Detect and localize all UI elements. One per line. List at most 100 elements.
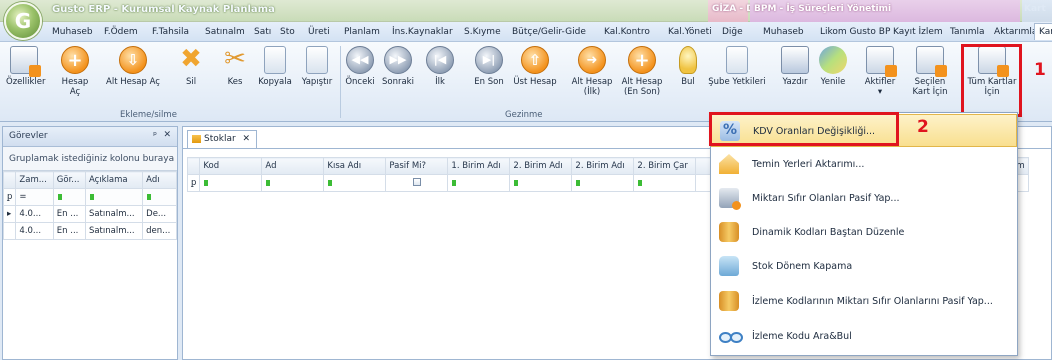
sil-button[interactable]: Sil xyxy=(174,44,208,87)
menu-ins-kaynaklar[interactable]: İns.Kaynaklar xyxy=(392,27,453,37)
filter-cell[interactable] xyxy=(633,174,697,192)
onceki-button[interactable]: Önceki xyxy=(344,46,376,87)
menu-muhasebe-2[interactable]: Muhaseb xyxy=(763,27,804,37)
column-header[interactable]: Pasif Mi? xyxy=(385,157,449,175)
tasks-panel-title: Görevler xyxy=(9,131,48,141)
menu-item-temin-yerleri[interactable]: Temin Yerleri Aktarımı... xyxy=(711,148,1017,181)
alt-hesap-son-button[interactable]: Alt Hesap (En Son) xyxy=(620,46,664,97)
sonraki-button[interactable]: Sonraki xyxy=(380,46,416,87)
column-header[interactable]: Gör... xyxy=(52,171,86,189)
table-row[interactable]: ▸ 4.0... En ... Satınalm... De... xyxy=(2,205,177,223)
table-cell[interactable]: den... xyxy=(142,222,177,240)
ust-hesap-button[interactable]: Üst Hesap xyxy=(512,46,558,87)
aktifler-button[interactable]: Aktifler ▾ xyxy=(862,46,898,97)
menu-kal-kontrol[interactable]: Kal.Kontro xyxy=(604,27,650,37)
table-row[interactable]: 4.0... En ... Satınalm... den... xyxy=(2,222,177,240)
table-cell[interactable]: En ... xyxy=(52,205,86,223)
column-header[interactable]: Zam... xyxy=(15,171,54,189)
filter-cell[interactable] xyxy=(261,174,325,192)
tab-stoklar[interactable]: Stoklar ✕ xyxy=(187,130,257,148)
menu-bar: Muhaseb F.Ödem F.Tahsila Satınalm Satı S… xyxy=(0,22,1052,42)
context-tab-bpm-label: BPM - İş Süreçleri Yönetimi xyxy=(754,4,892,14)
alt-hesap-ac-button[interactable]: Alt Hesap Aç xyxy=(104,46,162,87)
ilk-button[interactable]: İlk xyxy=(426,46,454,87)
menu-stok[interactable]: Sto xyxy=(280,27,295,37)
filter-cell[interactable]: = xyxy=(15,188,54,206)
filter-icon: ꝑ xyxy=(186,174,201,192)
column-header[interactable]: Kod xyxy=(199,157,263,175)
menu-item-dinamik-kodlar[interactable]: Dinamik Kodları Baştan Düzenle xyxy=(711,216,1017,249)
group-by-area[interactable]: Gruplamak istediğiniz kolonu buraya t xyxy=(3,147,177,171)
filter-cell[interactable] xyxy=(571,174,635,192)
close-icon[interactable]: ✕ xyxy=(242,134,250,144)
kes-button[interactable]: Kes xyxy=(220,44,250,87)
column-header[interactable]: 1. Birim Adı xyxy=(447,157,511,175)
menu-planlama[interactable]: Planlam xyxy=(344,27,380,37)
filter-cell[interactable] xyxy=(323,174,387,192)
menu-kart-islemleri[interactable]: Kart İ xyxy=(1034,23,1052,40)
context-tab-bpm[interactable]: BPM - İş Süreçleri Yönetimi xyxy=(750,0,1020,22)
menu-satinalma[interactable]: Satınalm xyxy=(205,27,245,37)
menu-item-izleme-kodu-ara-bul[interactable]: İzleme Kodu Ara&Bul xyxy=(711,320,1017,353)
context-tab-giza[interactable]: GİZA - Di xyxy=(708,0,757,22)
ozellikler-button[interactable]: Özellikler xyxy=(6,46,45,87)
table-cell[interactable]: De... xyxy=(142,205,177,223)
filter-cell[interactable] xyxy=(84,188,144,206)
menu-item-miktari-sifir-pasif[interactable]: Miktarı Sıfır Olanları Pasif Yap... xyxy=(711,182,1017,215)
menu-diger[interactable]: Diğe xyxy=(722,27,743,37)
table-cell[interactable]: 4.0... xyxy=(15,222,54,240)
bul-button[interactable]: Bul xyxy=(676,46,700,87)
context-tab-kart[interactable]: Kart xyxy=(1022,0,1052,22)
hesap-ac-button[interactable]: Hesap Aç xyxy=(58,46,92,97)
menu-tanimlar[interactable]: Tanımla xyxy=(950,27,985,37)
pin-icon[interactable]: ᵖ xyxy=(153,131,157,141)
column-header[interactable]: Açıklama xyxy=(84,171,144,189)
filter-cell[interactable] xyxy=(52,188,86,206)
filter-cell[interactable] xyxy=(199,174,263,192)
menu-f-odeme[interactable]: F.Ödem xyxy=(104,27,138,37)
row-indicator-header xyxy=(2,171,17,189)
filter-cell[interactable] xyxy=(385,174,449,192)
menu-muhasebe[interactable]: Muhaseb xyxy=(52,27,93,37)
yenile-button[interactable]: Yenile xyxy=(816,46,850,87)
table-cell[interactable]: 4.0... xyxy=(15,205,54,223)
filter-cell[interactable] xyxy=(447,174,511,192)
menu-item-label: Miktarı Sıfır Olanları Pasif Yap... xyxy=(752,193,900,204)
menu-satis[interactable]: Satı xyxy=(254,27,271,37)
menu-kal-yonetim[interactable]: Kal.Yöneti xyxy=(668,27,712,37)
menu-item-izleme-kodlari-pasif[interactable]: İzleme Kodlarının Miktarı Sıfır Olanları… xyxy=(711,285,1017,318)
kopyala-button[interactable]: Kopyala xyxy=(256,46,294,87)
filter-cell[interactable] xyxy=(509,174,573,192)
column-header[interactable]: 2. Birim Adı xyxy=(571,157,635,175)
menu-kayit-izlem[interactable]: Kayıt İzlem xyxy=(893,27,943,37)
close-icon[interactable]: ✕ xyxy=(163,130,171,140)
table-cell[interactable]: Satınalm... xyxy=(84,205,144,223)
menu-uretim[interactable]: Üreti xyxy=(308,27,330,37)
column-header[interactable]: 2. Birim Çar xyxy=(633,157,697,175)
en-son-button[interactable]: En Son xyxy=(472,46,506,87)
alt-hesap-ac-label: Alt Hesap Aç xyxy=(106,77,160,87)
column-header[interactable]: Kısa Adı xyxy=(323,157,387,175)
menu-butce[interactable]: Bütçe/Gelir-Gide xyxy=(512,27,586,37)
column-header[interactable]: 2. Birim Adı xyxy=(509,157,573,175)
sube-yetkileri-button[interactable]: Şube Yetkileri xyxy=(700,46,774,87)
menu-f-tahsilat[interactable]: F.Tahsila xyxy=(152,27,189,37)
secilen-kart-icin-button[interactable]: Seçilen Kart İçin xyxy=(906,46,954,97)
menu-item-stok-donem-kapama[interactable]: Stok Dönem Kapama xyxy=(711,250,1017,283)
abc-filter-icon xyxy=(203,179,209,187)
yazdir-button[interactable]: Yazdır xyxy=(778,46,812,87)
column-header[interactable]: Ad xyxy=(261,157,325,175)
alt-hesap-ilk-button[interactable]: Alt Hesap (İlk) xyxy=(570,46,614,97)
menu-aktarimlar[interactable]: Aktarımla xyxy=(994,27,1037,37)
app-logo-icon[interactable]: G xyxy=(4,2,42,40)
column-header[interactable]: Adı xyxy=(142,171,177,189)
yapistir-button[interactable]: Yapıştır xyxy=(298,46,336,87)
table-cell[interactable]: En ... xyxy=(52,222,86,240)
checkbox-filter[interactable] xyxy=(412,177,421,186)
filter-cell[interactable] xyxy=(142,188,177,206)
menu-s-kiymet[interactable]: S.Kıyme xyxy=(464,27,501,37)
table-cell[interactable]: Satınalm... xyxy=(84,222,144,240)
context-tab-kart-label: Kart xyxy=(1024,4,1046,14)
row-indicator-header xyxy=(186,157,201,175)
menu-likom-gusto-bp[interactable]: Likom Gusto BP xyxy=(820,27,890,37)
